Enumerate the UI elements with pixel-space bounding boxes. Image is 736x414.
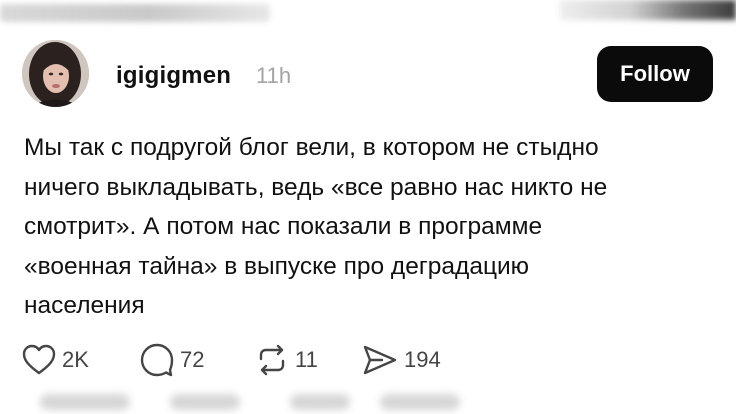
heart-icon	[22, 344, 56, 375]
post-actions: 2K 72 11 194	[22, 342, 522, 378]
post-text: Мы так с подругой блог вели, в котором н…	[24, 128, 720, 326]
post-text-line: Мы так с подругой блог вели, в котором н…	[24, 134, 599, 161]
like-count: 2K	[62, 347, 89, 372]
author-username[interactable]: igigigmen	[116, 62, 231, 90]
avatar[interactable]	[22, 40, 89, 107]
reply-count: 72	[180, 347, 205, 372]
repost-count: 11	[295, 347, 318, 372]
repost-icon	[259, 344, 285, 376]
post-text-line: смотрит». А потом нас показали в програм…	[24, 213, 543, 240]
next-post-fragment	[0, 386, 736, 414]
send-icon	[363, 345, 397, 375]
share-button[interactable]: 194	[362, 342, 441, 378]
post-text-line: населения	[24, 292, 145, 319]
previous-post-fragment	[0, 0, 736, 26]
post-screenshot: igigigmen 11h Follow Мы так с подругой б…	[0, 0, 736, 414]
profile-photo-icon	[22, 40, 89, 107]
post-text-line: ничего выкладывать, ведь «все равно нас …	[24, 173, 608, 201]
reply-button[interactable]: 72	[140, 342, 204, 378]
like-button[interactable]: 2K	[22, 342, 89, 378]
repost-button[interactable]: 11	[255, 342, 318, 378]
post-header: igigigmen 11h Follow	[22, 40, 718, 108]
post-timestamp: 11h	[256, 63, 292, 88]
follow-button[interactable]: Follow	[597, 46, 713, 102]
comment-icon	[140, 343, 174, 377]
share-count: 194	[404, 347, 441, 372]
post-text-line: «военная тайна» в выпуске про деградацию	[24, 252, 530, 280]
